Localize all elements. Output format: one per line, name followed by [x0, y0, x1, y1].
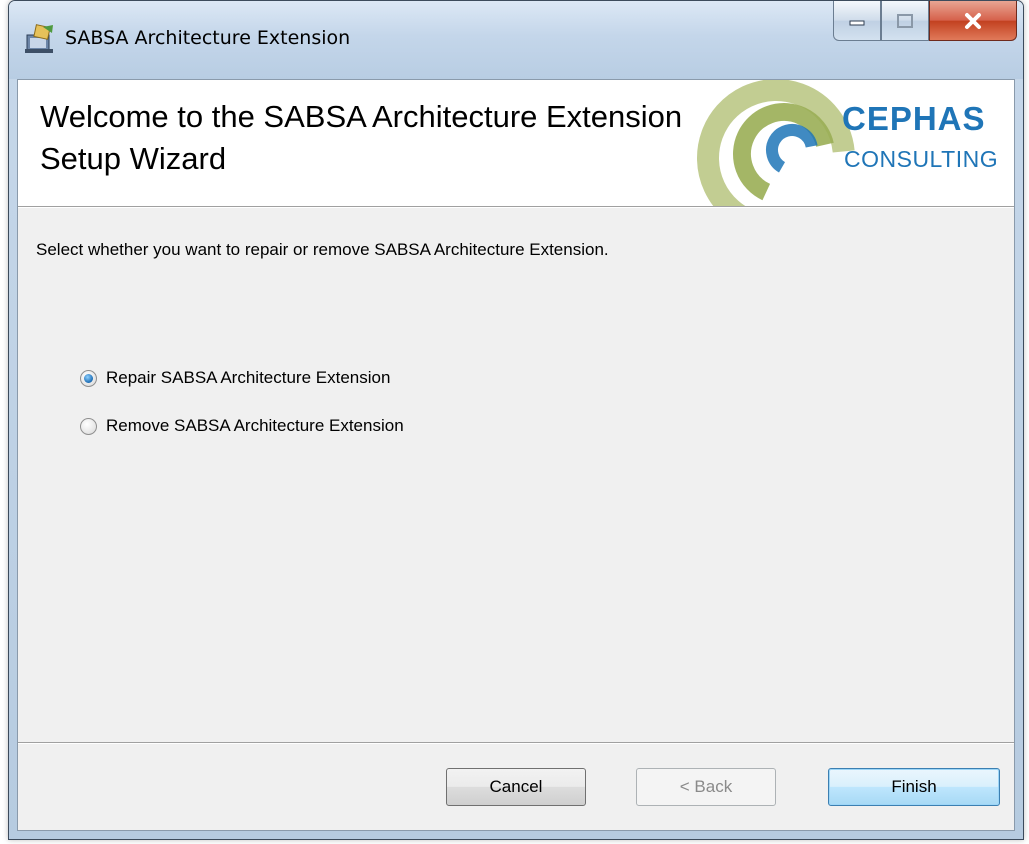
repair-option[interactable]: Repair SABSA Architecture Extension — [80, 368, 390, 388]
finish-button[interactable]: Finish — [828, 768, 1000, 806]
banner-divider — [18, 207, 1014, 208]
maximize-button[interactable] — [881, 1, 929, 41]
banner-title-line1: Welcome to the SABSA Architecture Extens… — [40, 99, 683, 134]
dialog-client: Welcome to the SABSA Architecture Extens… — [17, 79, 1015, 831]
back-button[interactable]: < Back — [636, 768, 776, 806]
close-icon — [965, 12, 981, 29]
banner-title-line2: Setup Wizard — [40, 141, 227, 176]
banner: Welcome to the SABSA Architecture Extens… — [18, 80, 1014, 207]
logo-subtitle: CONSULTING — [844, 146, 999, 172]
remove-radio[interactable] — [80, 417, 97, 435]
repair-option-label: Repair SABSA Architecture Extension — [106, 368, 391, 387]
installer-icon — [25, 24, 53, 53]
remove-option[interactable]: Remove SABSA Architecture Extension — [80, 416, 404, 436]
banner-title: Welcome to the SABSA Architecture Extens… — [40, 96, 810, 180]
footer-divider-highlight — [18, 743, 1014, 744]
title-bar[interactable]: SABSA Architecture Extension — [9, 1, 1023, 79]
minimize-icon — [849, 20, 865, 25]
cancel-button[interactable]: Cancel — [446, 768, 586, 806]
remove-option-label: Remove SABSA Architecture Extension — [106, 416, 404, 435]
repair-radio[interactable] — [80, 369, 97, 387]
maximize-icon — [897, 13, 913, 28]
close-button[interactable] — [929, 1, 1017, 41]
installer-window: SABSA Architecture Extension Welcome to … — [8, 0, 1024, 840]
minimize-button[interactable] — [833, 1, 881, 41]
caption-buttons — [833, 1, 1017, 45]
instruction-text: Select whether you want to repair or rem… — [36, 240, 609, 259]
window-title: SABSA Architecture Extension — [65, 27, 351, 49]
logo-name: CEPHAS — [842, 100, 986, 137]
